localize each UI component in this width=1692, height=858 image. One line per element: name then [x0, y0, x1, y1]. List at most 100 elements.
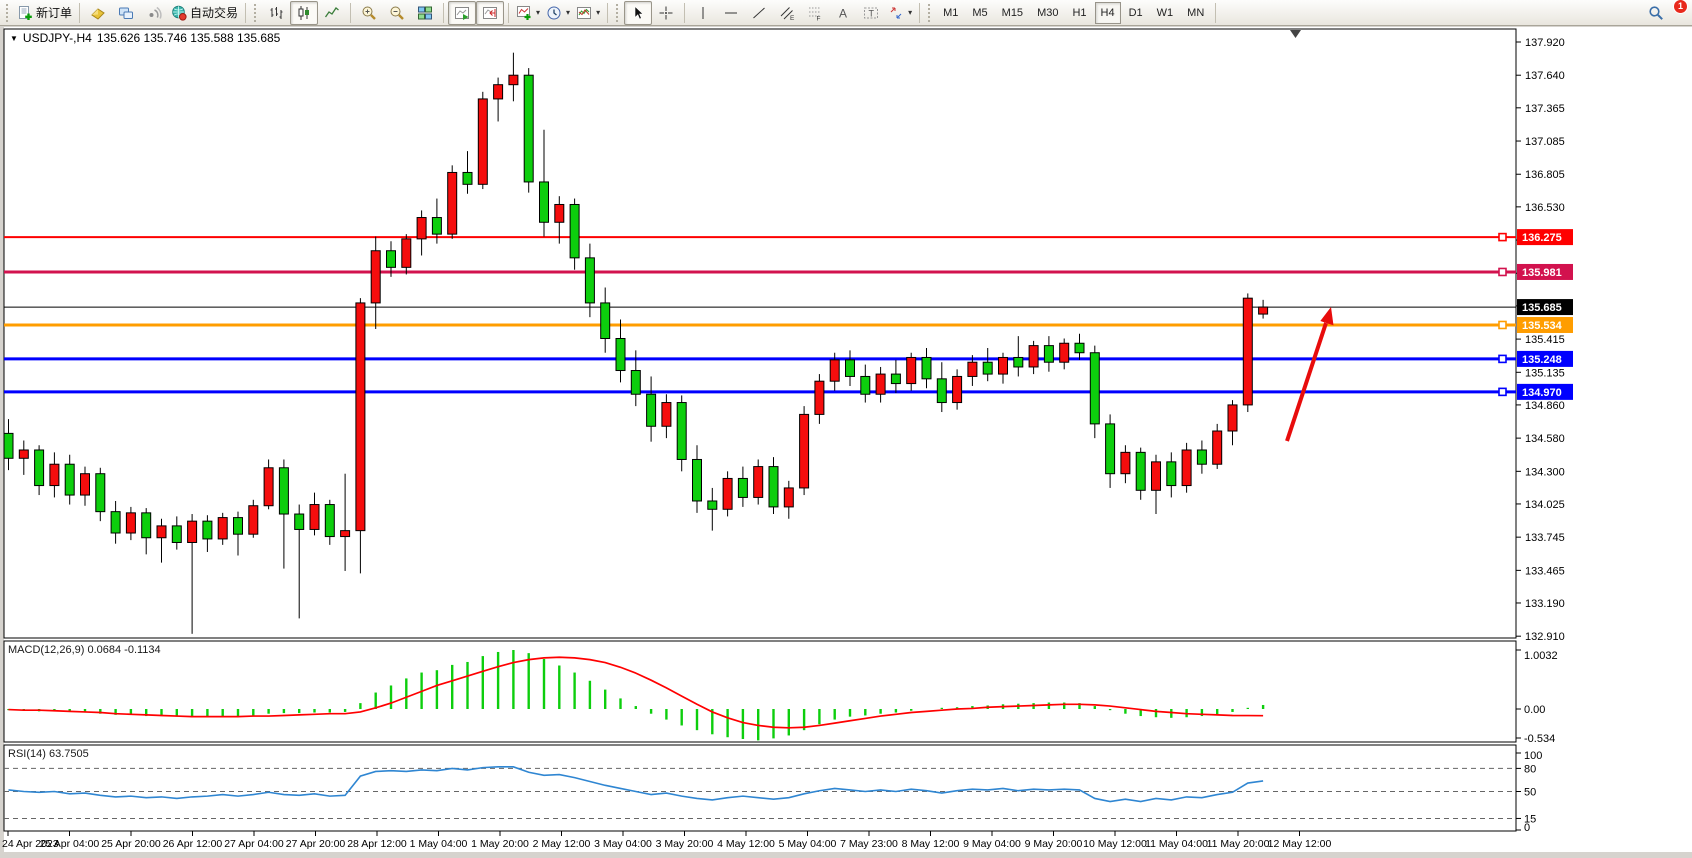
templates-button[interactable]: ▾ — [573, 1, 603, 25]
svg-text:27 Apr 04:00: 27 Apr 04:00 — [224, 838, 284, 850]
svg-text:133.190: 133.190 — [1525, 598, 1565, 610]
svg-text:137.920: 137.920 — [1525, 37, 1565, 49]
equidistant-channel-button[interactable]: E — [773, 1, 801, 25]
svg-text:5 May 04:00: 5 May 04:00 — [779, 838, 837, 850]
timeframe-m5-button[interactable]: M5 — [966, 2, 993, 24]
timeframe-h1-button[interactable]: H1 — [1066, 2, 1092, 24]
zoom-out-button[interactable] — [383, 1, 411, 25]
svg-text:T: T — [869, 8, 875, 18]
svg-text:25 Apr 04:00: 25 Apr 04:00 — [40, 838, 100, 850]
zoom-out-icon — [389, 5, 405, 21]
svg-text:9 May 20:00: 9 May 20:00 — [1025, 838, 1083, 850]
cursor-button[interactable] — [624, 1, 652, 25]
templates-icon — [576, 5, 592, 21]
timeframe-m1-button[interactable]: M1 — [937, 2, 964, 24]
svg-text:133.745: 133.745 — [1525, 532, 1565, 544]
zoom-in-button[interactable] — [355, 1, 383, 25]
dropdown-caret-icon[interactable]: ▾ — [908, 8, 912, 17]
indicators-button[interactable]: ▾ — [513, 1, 543, 25]
tile-windows-button[interactable] — [411, 1, 439, 25]
timeframe-mn-button[interactable]: MN — [1181, 2, 1210, 24]
toolbar-separator — [245, 3, 246, 23]
fibonacci-icon: F — [807, 5, 823, 21]
macd-indicator-label: MACD(12,26,9) 0.0684 -0.1134 — [8, 644, 161, 656]
text-label-icon: T — [863, 5, 879, 21]
price-chart[interactable]: 137.920137.640137.365137.085136.805136.5… — [0, 0, 1692, 858]
line-anchor-handle[interactable] — [1499, 268, 1506, 275]
trendline-button[interactable] — [745, 1, 773, 25]
timeframe-h4-button[interactable]: H4 — [1095, 2, 1121, 24]
new-order-button[interactable]: 新订单 — [14, 1, 75, 25]
dropdown-caret-icon[interactable]: ▾ — [566, 8, 570, 17]
timeframe-d1-button[interactable]: D1 — [1123, 2, 1149, 24]
svg-text:134.970: 134.970 — [1522, 387, 1562, 399]
text-icon: A — [835, 5, 851, 21]
svg-text:27 Apr 20:00: 27 Apr 20:00 — [286, 838, 346, 850]
toolbar-separator — [79, 3, 80, 23]
bar-chart-button[interactable] — [262, 1, 290, 25]
new-order-icon — [17, 5, 33, 21]
fibonacci-button[interactable]: F — [801, 1, 829, 25]
equidistant-channel-icon: E — [779, 5, 795, 21]
line-chart-icon — [324, 5, 340, 21]
collapse-triangle-icon[interactable]: ▼ — [10, 34, 18, 43]
svg-text:26 Apr 12:00: 26 Apr 12:00 — [163, 838, 223, 850]
arrows-button[interactable]: ▾ — [885, 1, 915, 25]
svg-text:25 Apr 20:00: 25 Apr 20:00 — [101, 838, 161, 850]
dropdown-caret-icon[interactable]: ▾ — [596, 8, 600, 17]
candlestick-chart-icon — [296, 5, 312, 21]
periods-icon — [546, 5, 562, 21]
crosshair-button[interactable] — [652, 1, 680, 25]
svg-text:11 May 20:00: 11 May 20:00 — [1207, 838, 1270, 850]
vertical-line-button[interactable] — [689, 1, 717, 25]
vertical-line-icon — [695, 5, 711, 21]
line-anchor-handle[interactable] — [1499, 234, 1506, 241]
svg-text:137.365: 137.365 — [1525, 103, 1565, 115]
svg-text:F: F — [817, 15, 821, 21]
svg-text:3 May 20:00: 3 May 20:00 — [656, 838, 714, 850]
toolbar-separator — [508, 3, 509, 23]
mql5-community-icon — [118, 5, 134, 21]
svg-text:1 May 20:00: 1 May 20:00 — [471, 838, 529, 850]
search-button[interactable] — [1642, 1, 1670, 25]
line-anchor-handle[interactable] — [1499, 355, 1506, 362]
svg-text:3 May 04:00: 3 May 04:00 — [594, 838, 652, 850]
toolbar-separator — [1215, 3, 1216, 23]
svg-text:134.300: 134.300 — [1525, 466, 1565, 478]
horizontal-line-button[interactable] — [717, 1, 745, 25]
timeframe-m15-button[interactable]: M15 — [996, 2, 1029, 24]
toolbar-grip — [616, 4, 620, 22]
svg-text:133.465: 133.465 — [1525, 565, 1565, 577]
svg-text:12 May 12:00: 12 May 12:00 — [1268, 838, 1332, 850]
toolbar-grip — [254, 4, 258, 22]
svg-text:137.640: 137.640 — [1525, 70, 1565, 82]
svg-text:135.135: 135.135 — [1525, 367, 1565, 379]
svg-text:A: A — [839, 6, 847, 20]
svg-text:135.248: 135.248 — [1522, 354, 1562, 366]
svg-text:80: 80 — [1524, 763, 1536, 775]
new-order-label: 新订单 — [36, 4, 72, 21]
line-chart-button[interactable] — [318, 1, 346, 25]
toolbar-separator — [919, 3, 920, 23]
trendline-icon — [751, 5, 767, 21]
auto-scroll-button[interactable] — [448, 1, 476, 25]
dropdown-caret-icon[interactable]: ▾ — [536, 8, 540, 17]
periods-button[interactable]: ▾ — [543, 1, 573, 25]
text-label-button[interactable]: T — [857, 1, 885, 25]
profile-button[interactable] — [84, 1, 112, 25]
mql5-community-button[interactable] — [112, 1, 140, 25]
text-button[interactable]: A — [829, 1, 857, 25]
auto-trading-button[interactable]: 自动交易 — [168, 1, 241, 25]
svg-text:135.981: 135.981 — [1522, 267, 1562, 279]
line-anchor-handle[interactable] — [1499, 321, 1506, 328]
timeframe-m30-button[interactable]: M30 — [1031, 2, 1064, 24]
timeframe-w1-button[interactable]: W1 — [1151, 2, 1180, 24]
svg-text:9 May 04:00: 9 May 04:00 — [963, 838, 1021, 850]
macd-pane[interactable] — [4, 641, 1516, 742]
svg-text:-0.534: -0.534 — [1524, 733, 1555, 745]
candlestick-chart-button[interactable] — [290, 1, 318, 25]
line-anchor-handle[interactable] — [1499, 388, 1506, 395]
chart-shift-button[interactable] — [476, 1, 504, 25]
signals-button[interactable] — [140, 1, 168, 25]
main-pane[interactable] — [4, 29, 1516, 638]
